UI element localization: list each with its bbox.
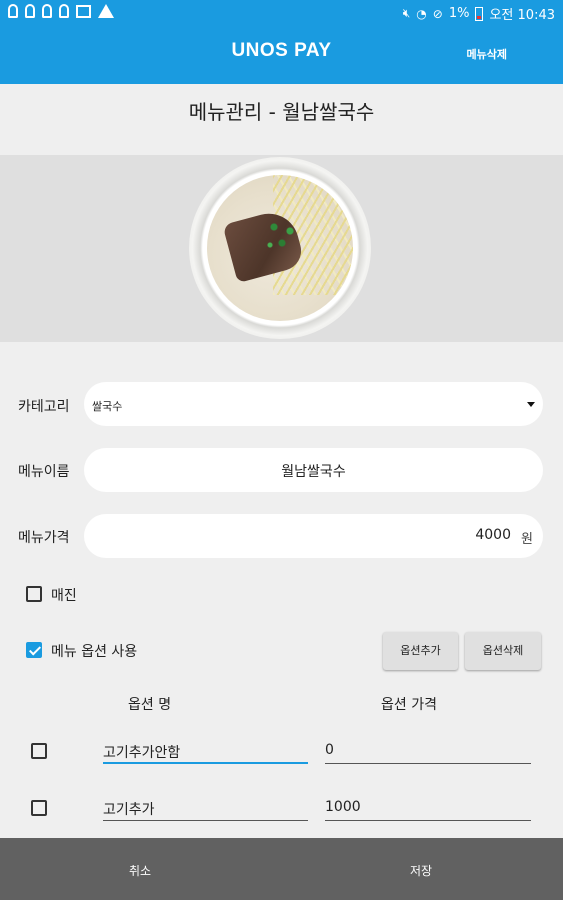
key-icon <box>42 4 52 18</box>
option-row-checkbox[interactable] <box>31 743 47 759</box>
image-icon <box>76 4 91 18</box>
option-price-header: 옵션 가격 <box>381 697 437 713</box>
key-icon <box>25 4 35 18</box>
option-name-input[interactable]: 고기추가 <box>103 795 308 821</box>
option-price-input[interactable]: 0 <box>325 738 531 764</box>
mute-icon: 🔇︎ <box>402 6 411 20</box>
option-name-input[interactable]: 고기추가안함 <box>103 738 308 764</box>
menu-price-label: 메뉴가격 <box>18 530 70 546</box>
app-bar: UNOS PAY 메뉴삭제 <box>0 26 563 84</box>
category-value: 쌀국수 <box>92 400 123 413</box>
key-icon <box>59 4 69 18</box>
soldout-label: 매진 <box>51 588 77 604</box>
menu-name-input[interactable]: 월남쌀국수 <box>84 448 543 492</box>
clock: 오전 10:43 <box>489 8 555 23</box>
system-icons: 🔇︎ ◔ ⊘ 1% 오전 10:43 <box>403 4 555 23</box>
option-row-checkbox[interactable] <box>31 800 47 816</box>
page-title: 메뉴관리 - 월남쌀국수 <box>188 100 375 124</box>
delete-option-button[interactable]: 옵션삭제 <box>465 632 541 670</box>
cancel-button[interactable]: 취소 <box>129 862 151 879</box>
soldout-checkbox[interactable] <box>26 586 42 602</box>
menu-option-checkbox[interactable] <box>26 642 42 658</box>
menu-option-label: 메뉴 옵션 사용 <box>51 644 138 660</box>
bottom-action-bar: 취소 저장 <box>0 838 563 900</box>
option-name-header: 옵션 명 <box>128 697 172 713</box>
status-bar: 🔇︎ ◔ ⊘ 1% 오전 10:43 <box>0 0 563 26</box>
menu-image-area[interactable] <box>0 155 563 342</box>
herbs <box>262 215 302 255</box>
menu-price-value: 4000 <box>475 527 511 543</box>
menu-name-value: 월남쌀국수 <box>281 464 346 480</box>
option-price-input[interactable]: 1000 <box>325 795 531 821</box>
category-label: 카테고리 <box>18 399 70 415</box>
add-option-button[interactable]: 옵션추가 <box>383 632 458 670</box>
category-dropdown[interactable]: 쌀국수 <box>84 382 543 426</box>
price-unit: 원 <box>521 532 533 547</box>
battery-percent: 1% <box>448 6 470 21</box>
menu-name-label: 메뉴이름 <box>18 464 70 480</box>
warning-icon <box>98 4 114 18</box>
battery-icon <box>475 6 484 21</box>
delete-menu-button[interactable]: 메뉴삭제 <box>467 46 507 62</box>
wifi-icon: ◔ <box>416 6 427 21</box>
noodle-soup-image <box>207 175 353 321</box>
key-icon <box>8 4 18 18</box>
menu-price-input[interactable]: 4000 원 <box>84 514 543 558</box>
no-disturb-icon: ⊘ <box>432 6 443 21</box>
notification-icons <box>8 4 114 18</box>
save-button[interactable]: 저장 <box>410 862 432 879</box>
dropdown-arrow-icon <box>527 402 535 407</box>
